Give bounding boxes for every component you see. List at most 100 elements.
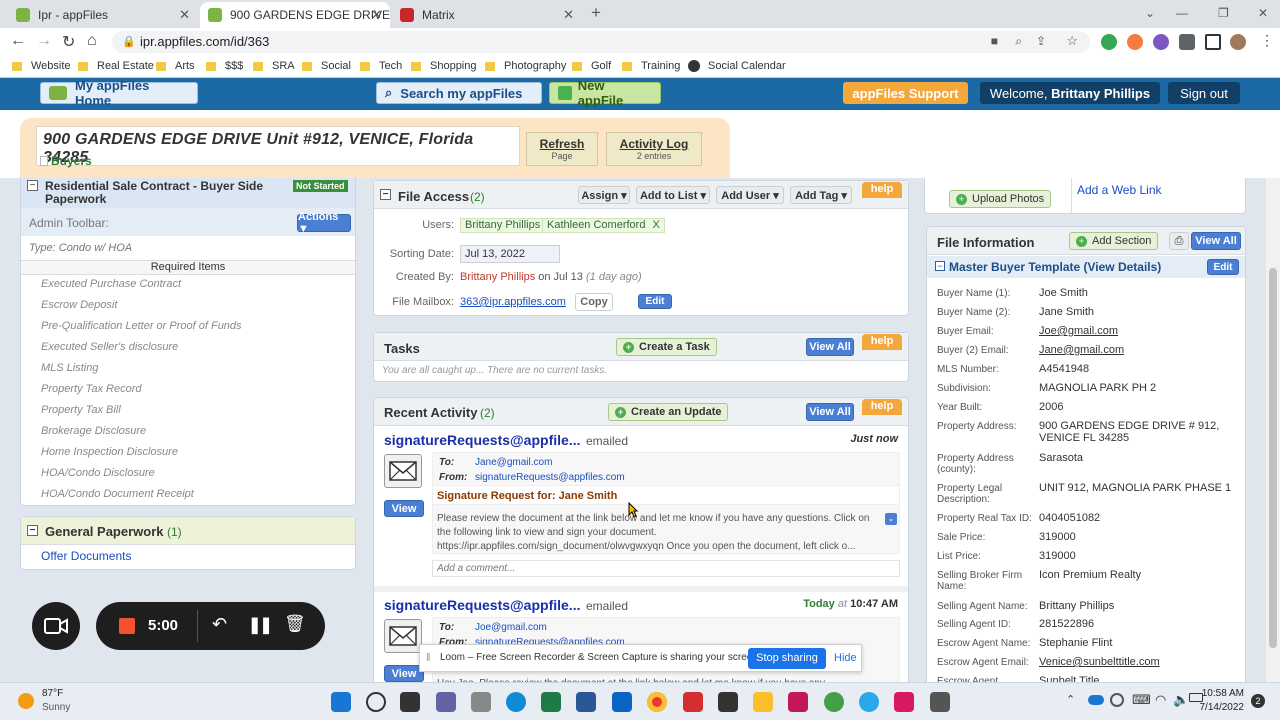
user-chip[interactable]: Kathleen Comerford X	[542, 218, 665, 233]
bookmark-tech[interactable]: Tech	[360, 60, 402, 72]
show-hidden-icons[interactable]: ⌃	[1066, 693, 1075, 706]
stop-recording-icon[interactable]	[119, 618, 135, 634]
bookmark-photography[interactable]: Photography	[485, 60, 566, 72]
clock-time[interactable]: 10:58 AM	[1198, 688, 1244, 699]
help-button[interactable]: help	[862, 334, 902, 350]
maximize-icon[interactable]: ❐	[1218, 6, 1229, 20]
undo-icon[interactable]: ↶	[212, 614, 227, 635]
word-icon[interactable]	[576, 692, 596, 712]
side-panel-icon[interactable]	[1205, 34, 1221, 50]
task-view-icon[interactable]	[400, 692, 420, 712]
required-item[interactable]: Pre-Qualification Letter or Proof of Fun…	[41, 320, 242, 332]
windows-start-icon[interactable]	[331, 692, 351, 712]
required-item[interactable]: Executed Purchase Contract	[41, 278, 181, 290]
my-appfiles-home-button[interactable]: My appFiles Home	[40, 78, 198, 108]
activity-sender[interactable]: signatureRequests@appfile...	[384, 432, 580, 448]
required-item[interactable]: Brokerage Disclosure	[41, 425, 146, 437]
tab-search-icon[interactable]: ⌄	[1145, 6, 1155, 20]
activity-log-button[interactable]: Activity Log 2 entries	[606, 132, 702, 166]
share-icon[interactable]: ⇪	[1036, 34, 1046, 48]
close-tab-icon[interactable]: ✕	[179, 7, 190, 23]
tab-gardens-edge[interactable]: 900 GARDENS EDGE DRIVE Unit ✕	[200, 2, 390, 28]
help-button[interactable]: help	[862, 182, 902, 198]
sign-out-button[interactable]: Sign out	[1168, 82, 1240, 104]
bookmark-training[interactable]: Training	[622, 60, 680, 72]
excel-icon[interactable]	[541, 692, 561, 712]
required-item[interactable]: Home Inspection Disclosure	[41, 446, 178, 458]
scrollbar-thumb[interactable]	[1269, 268, 1277, 648]
required-item[interactable]: Escrow Deposit	[41, 299, 117, 311]
extensions-puzzle-icon[interactable]	[1179, 34, 1195, 50]
drag-handle-icon[interactable]: ‖	[426, 652, 431, 664]
app-gray-icon[interactable]	[930, 692, 950, 712]
telegram-icon[interactable]	[859, 692, 879, 712]
required-item[interactable]: Executed Seller's disclosure	[41, 341, 178, 353]
collapse-icon[interactable]: −	[935, 261, 945, 271]
edge-icon[interactable]	[506, 692, 526, 712]
acrobat-icon[interactable]	[683, 692, 703, 712]
new-appfile-button[interactable]: New appFile	[549, 78, 661, 108]
offer-documents-link[interactable]: Offer Documents	[41, 549, 131, 563]
page-scrollbar[interactable]	[1266, 178, 1280, 682]
outlook-icon[interactable]	[612, 692, 632, 712]
extension-orange-icon[interactable]	[1127, 34, 1143, 50]
view-button[interactable]: View	[384, 500, 424, 517]
teams-icon[interactable]	[436, 692, 456, 712]
pause-icon[interactable]: ❚❚	[248, 615, 273, 635]
app-pink-icon[interactable]	[894, 692, 914, 712]
required-item[interactable]: MLS Listing	[41, 362, 98, 374]
expand-icon[interactable]: ⌄	[885, 513, 897, 525]
menu-kebab-icon[interactable]: ⋮	[1260, 32, 1274, 49]
email-to[interactable]: Joe@gmail.com	[475, 622, 547, 633]
close-window-icon[interactable]: ✕	[1258, 6, 1268, 20]
camera-toggle-button[interactable]	[32, 602, 80, 650]
new-tab-icon[interactable]: +	[591, 3, 601, 23]
edit-mailbox-button[interactable]: Edit	[638, 294, 672, 309]
assign-dropdown[interactable]: Assign ▾	[578, 186, 630, 204]
wifi-icon[interactable]: ◠	[1155, 692, 1166, 708]
file-info-view-all-button[interactable]: View All	[1191, 232, 1241, 250]
forward-icon[interactable]: →	[36, 32, 52, 50]
user-chip[interactable]: Brittany Phillips	[460, 218, 546, 233]
required-item[interactable]: Property Tax Record	[41, 383, 141, 395]
copy-button[interactable]: Copy	[575, 293, 613, 311]
bookmark-social-calendar[interactable]: Social Calendar	[688, 60, 786, 72]
volume-icon[interactable]: 🔈	[1173, 692, 1189, 708]
camera-icon[interactable]: ■	[991, 34, 998, 48]
add-to-list-dropdown[interactable]: Add to List ▾	[636, 186, 710, 204]
sorting-date-input[interactable]: Jul 13, 2022	[460, 245, 560, 263]
extension-purple-icon[interactable]	[1153, 34, 1169, 50]
tab-ipr-appfiles[interactable]: Ipr - appFiles ✕	[8, 2, 198, 28]
profile-avatar[interactable]	[1230, 34, 1246, 50]
bookmark-website[interactable]: Website	[12, 60, 71, 72]
help-button[interactable]: help	[862, 399, 902, 415]
buyer-email-link[interactable]: Joe@gmail.com	[1039, 325, 1234, 337]
escrow-email-link[interactable]: Venice@sunbelttitle.com	[1039, 656, 1234, 668]
bookmark-real-estate[interactable]: Real Estate	[78, 60, 154, 72]
activity-view-all-button[interactable]: View All	[806, 403, 854, 421]
reload-icon[interactable]: ↻	[62, 32, 75, 52]
hide-button[interactable]: Hide	[834, 652, 857, 664]
zoom-icon[interactable]: ⌕	[1015, 34, 1022, 49]
template-edit-button[interactable]: Edit	[1207, 259, 1239, 275]
taskbar-search-icon[interactable]	[366, 692, 386, 712]
remove-user-icon[interactable]: X	[653, 219, 660, 231]
add-web-link[interactable]: Add a Web Link	[1077, 183, 1162, 197]
extension-grammarly-icon[interactable]	[1101, 34, 1117, 50]
indesign-icon[interactable]	[788, 692, 808, 712]
bookmark-golf[interactable]: Golf	[572, 60, 611, 72]
actions-dropdown[interactable]: Actions ▼	[297, 211, 351, 235]
email-from[interactable]: signatureRequests@appfiles.com	[475, 472, 625, 483]
buyer2-email-link[interactable]: Jane@gmail.com	[1039, 344, 1234, 356]
create-update-button[interactable]: + Create an Update	[608, 403, 729, 421]
url-bar[interactable]: 🔒 ipr.appfiles.com/id/363 ■ ⌕ ⇪ ☆	[112, 31, 1090, 53]
email-to[interactable]: Jane@gmail.com	[475, 457, 552, 468]
trash-icon[interactable]: 🗑	[284, 614, 306, 634]
bookmark-sra[interactable]: SRA	[253, 60, 295, 72]
comment-input[interactable]	[432, 560, 900, 577]
search-appfiles-button[interactable]: ⌕ Search my appFiles	[376, 82, 542, 104]
bookmark-social[interactable]: Social	[302, 60, 351, 72]
refresh-page-button[interactable]: Refresh Page	[526, 132, 598, 166]
minimize-icon[interactable]: —	[1176, 6, 1188, 20]
template-title[interactable]: Master Buyer Template (View Details)	[949, 260, 1161, 274]
